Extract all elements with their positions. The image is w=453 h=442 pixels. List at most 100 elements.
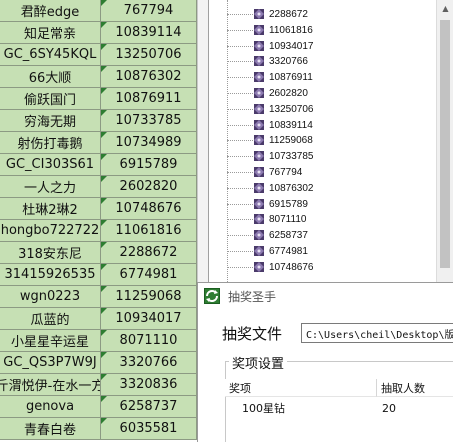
name-cell[interactable]: 杜琳2琳2 xyxy=(0,198,101,220)
value-cell[interactable]: 10934017 xyxy=(101,308,197,330)
name-cell[interactable]: GC_QS3P7W9J xyxy=(0,352,101,374)
tree-connector xyxy=(227,155,253,157)
sheet-row: 知足常亲 10839114 xyxy=(0,22,200,44)
tree-scrollbar[interactable]: ▲ xyxy=(436,0,453,284)
value-cell[interactable]: 2602820 xyxy=(101,176,197,198)
tree-item[interactable]: 8071110 xyxy=(227,211,427,227)
value-cell[interactable]: 6915789 xyxy=(101,154,197,176)
value-cell[interactable]: 10734989 xyxy=(101,132,197,154)
value-text: 10748676 xyxy=(115,201,182,216)
value-cell[interactable]: 3320766 xyxy=(101,352,197,374)
value-text: 2288672 xyxy=(119,245,178,260)
tree-item[interactable]: 10876911 xyxy=(227,69,427,85)
name-cell[interactable]: GC_6SY45KQL xyxy=(0,44,101,66)
name-cell[interactable]: 瓜蓝的 xyxy=(0,308,101,330)
tree-item-label: 767794 xyxy=(269,166,303,178)
value-cell[interactable]: 11061816 xyxy=(101,220,197,242)
column-header-prize[interactable]: 奖项 xyxy=(225,379,377,397)
tree-item[interactable]: 2602820 xyxy=(227,85,427,101)
tree-item[interactable]: 10876302 xyxy=(227,180,427,196)
name-cell[interactable]: 射伤打毒鹅 xyxy=(0,132,101,154)
value-cell[interactable]: 6774981 xyxy=(101,264,197,286)
name-text: hongbo722722 xyxy=(0,223,100,238)
tree-item[interactable]: 13250706 xyxy=(227,101,427,117)
node-icon xyxy=(253,119,265,131)
value-text: 10934017 xyxy=(115,311,182,326)
name-cell[interactable]: 知足常亲 xyxy=(0,22,101,44)
tree-item[interactable]: 3320766 xyxy=(227,53,427,69)
value-cell[interactable]: 8071110 xyxy=(101,330,197,352)
tree-view[interactable]: 2288672 11061816 10934017 3320766 10876911 26… xyxy=(208,0,453,284)
node-icon xyxy=(253,245,265,257)
name-text: 一人之力 xyxy=(23,181,76,196)
dialog-titlebar[interactable]: 抽奖圣手 xyxy=(198,283,453,309)
node-icon xyxy=(253,71,265,83)
tree-item[interactable]: 11061816 xyxy=(227,22,427,38)
value-cell[interactable]: 2288672 xyxy=(101,242,197,264)
name-cell[interactable]: 318安东尼 xyxy=(0,242,101,264)
prize-count-cell[interactable]: 20 xyxy=(382,399,453,417)
tree-item[interactable]: 10839114 xyxy=(227,117,427,133)
name-cell[interactable]: hongbo722722 xyxy=(0,220,101,242)
sheet-row: 青春白卷 6035581 xyxy=(0,418,200,440)
tree-item[interactable]: 767794 xyxy=(227,164,427,180)
tree-item[interactable]: 2288672 xyxy=(227,6,427,22)
scroll-thumb[interactable] xyxy=(440,20,450,268)
value-cell[interactable]: 11259068 xyxy=(101,286,197,308)
value-cell[interactable]: 10839114 xyxy=(101,22,197,44)
name-text: 318安东尼 xyxy=(18,247,82,262)
tree-item-label: 11259068 xyxy=(269,134,313,146)
value-text: 11061816 xyxy=(115,223,182,238)
name-cell[interactable]: 66大顺 xyxy=(0,66,101,88)
value-text: 10839114 xyxy=(115,25,182,40)
tree-item[interactable]: 11259068 xyxy=(227,132,427,148)
value-cell[interactable]: 3320836 xyxy=(101,374,197,396)
value-cell[interactable]: 13250706 xyxy=(101,44,197,66)
name-cell[interactable]: 穷海无期 xyxy=(0,110,101,132)
tree-item[interactable]: 10748676 xyxy=(227,259,427,275)
sheet-row: 318安东尼 2288672 xyxy=(0,242,200,264)
name-cell[interactable]: 斤渭悦伊-在水一方 xyxy=(0,374,101,396)
name-cell[interactable]: genova xyxy=(0,396,101,418)
tree-item[interactable]: 6915789 xyxy=(227,196,427,212)
name-text: genova xyxy=(25,399,75,414)
prize-table[interactable]: 奖项 抽取人数 100星钻 20 xyxy=(225,379,453,442)
tree-connector xyxy=(227,45,253,47)
name-cell[interactable]: 青春白卷 xyxy=(0,418,101,440)
prize-name-cell[interactable]: 100星钻 xyxy=(242,399,372,417)
name-cell[interactable]: 小星星辛运星 xyxy=(0,330,101,352)
name-cell[interactable]: 偷跃国门 xyxy=(0,88,101,110)
column-header-count[interactable]: 抽取人数 xyxy=(377,379,453,397)
value-cell[interactable]: 10876302 xyxy=(101,66,197,88)
value-cell[interactable]: 6035581 xyxy=(101,418,197,440)
tree-item[interactable]: 10934017 xyxy=(227,38,427,54)
sheet-row: GC_CI303S61 6915789 xyxy=(0,154,200,176)
name-cell[interactable]: wgn0223 xyxy=(0,286,101,308)
tree-item[interactable]: 6258737 xyxy=(227,227,427,243)
value-cell[interactable]: 10748676 xyxy=(101,198,197,220)
name-cell[interactable]: 君醉edge xyxy=(0,0,101,22)
file-label: 抽奖文件 xyxy=(222,325,283,343)
tree-item[interactable]: 10733785 xyxy=(227,148,427,164)
tree-connector xyxy=(227,187,253,189)
scroll-up-icon[interactable]: ▲ xyxy=(437,0,453,17)
file-path-input[interactable]: C:\Users\cheil\Desktop\版 xyxy=(301,323,453,343)
name-text: 31415926535 xyxy=(4,267,96,282)
name-cell[interactable]: 一人之力 xyxy=(0,176,101,198)
node-icon xyxy=(253,8,265,20)
tree-item-label: 6774981 xyxy=(269,245,308,257)
value-cell[interactable]: 10733785 xyxy=(101,110,197,132)
value-cell[interactable]: 10876911 xyxy=(101,88,197,110)
sheet-row: 穷海无期 10733785 xyxy=(0,110,200,132)
value-cell[interactable]: 6258737 xyxy=(101,396,197,418)
tree-item[interactable]: 6774981 xyxy=(227,243,427,259)
tree-item-label: 6258737 xyxy=(269,229,308,241)
name-text: 青春白卷 xyxy=(23,423,76,438)
tree-connector xyxy=(227,13,253,15)
value-cell[interactable]: 767794 xyxy=(101,0,197,22)
tree-item-label: 10876911 xyxy=(269,71,313,83)
name-cell[interactable]: GC_CI303S61 xyxy=(0,154,101,176)
node-icon xyxy=(253,87,265,99)
value-text: 6035581 xyxy=(119,421,178,436)
name-cell[interactable]: 31415926535 xyxy=(0,264,101,286)
